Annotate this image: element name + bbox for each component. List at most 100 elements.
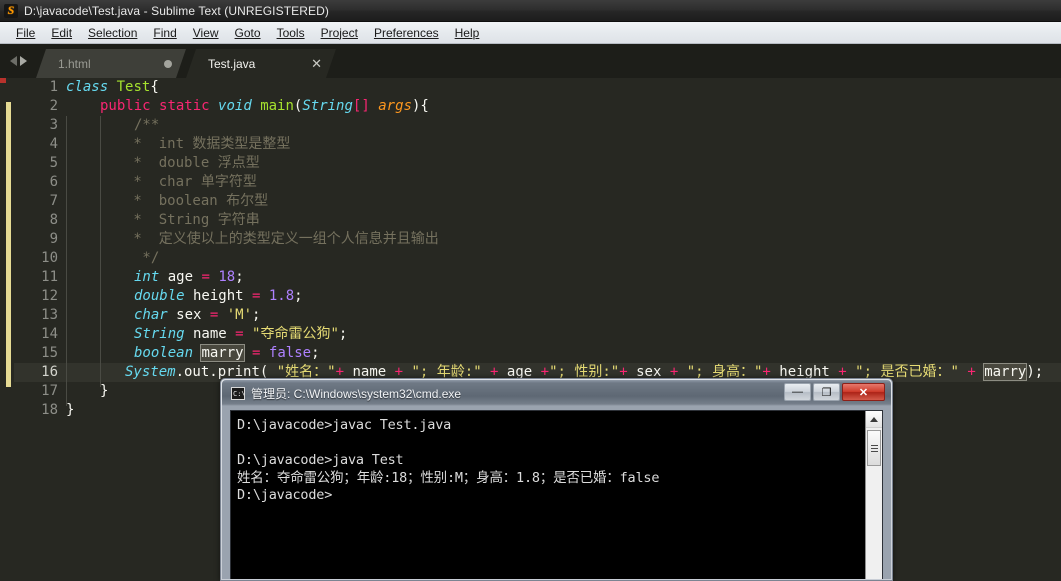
token-class-name: Test	[116, 79, 151, 95]
sublime-logo-icon	[4, 3, 18, 18]
token-char-literal: 'M'	[218, 307, 253, 323]
cmd-console-output[interactable]: D:\javacode>javac Test.java D:\javacode>…	[231, 411, 865, 579]
line-number-gutter: 1 2 3 4 5 6 7 8 9 10 11 12 13 14 15 16 1…	[14, 78, 66, 581]
token-semicolon: ;	[338, 326, 348, 342]
menu-item-find-label: Find	[153, 25, 177, 40]
line-number: 10	[41, 250, 58, 266]
code-line-8: * String 字符串	[125, 212, 260, 228]
modified-dot-icon[interactable]	[164, 60, 172, 68]
tab-testjava[interactable]: Test.java ✕	[186, 49, 336, 78]
token-var-height: height	[184, 288, 253, 304]
menu-item-selection-label: Selection	[88, 25, 138, 40]
code-line-11: int age = 18;	[134, 268, 244, 287]
line-number: 15	[41, 345, 58, 361]
token-operator: =	[243, 345, 269, 361]
token-out: .out	[175, 364, 210, 380]
token-semicolon: ;	[294, 288, 303, 304]
tab-1html[interactable]: 1.html	[36, 49, 186, 78]
token-keyword: class	[66, 79, 109, 95]
line-number-active: 16	[41, 364, 58, 380]
code-line-7: * boolean 布尔型	[125, 193, 269, 209]
title-bar: D:\javacode\Test.java - Sublime Text (UN…	[0, 0, 1061, 22]
tab-label: 1.html	[58, 56, 91, 71]
minimize-button[interactable]: —	[784, 383, 811, 401]
indent-guide	[100, 116, 101, 387]
line-number: 7	[49, 193, 58, 209]
code-line-9: * 定义使以上的类型定义一组个人信息并且输出	[125, 231, 439, 247]
token-type-string: String	[134, 326, 185, 342]
selected-token-marry[interactable]: marry	[983, 363, 1028, 381]
maximize-button[interactable]: ❐	[813, 383, 840, 401]
token-return-type: void	[218, 98, 252, 114]
token-semicolon: ;	[235, 269, 244, 285]
window-title: D:\javacode\Test.java - Sublime Text (UN…	[24, 3, 329, 18]
tab-navigation[interactable]	[0, 44, 36, 78]
menu-item-file[interactable]: File	[8, 24, 43, 42]
code-line-6: * char 单字符型	[125, 174, 257, 190]
menu-item-edit-label: Edit	[51, 25, 73, 40]
line-number: 4	[49, 136, 58, 152]
selected-token-marry[interactable]: marry	[200, 344, 245, 362]
token-brace: {	[150, 79, 159, 95]
token-close-paren: );	[1026, 364, 1044, 380]
close-button[interactable]: ✕	[842, 383, 885, 401]
cmd-title-text: 管理员: C:\Windows\system32\cmd.exe	[251, 386, 462, 401]
menu-item-edit[interactable]: Edit	[43, 24, 80, 42]
cmd-frame: C:\ 管理员: C:\Windows\system32\cmd.exe — ❐…	[222, 380, 891, 579]
menu-item-view[interactable]: View	[185, 24, 227, 42]
menu-item-selection[interactable]: Selection	[80, 24, 145, 42]
cmd-scrollbar[interactable]	[865, 411, 882, 579]
token-operator: =	[235, 326, 244, 342]
line-number: 12	[41, 288, 58, 304]
line-number: 9	[49, 231, 58, 247]
close-icon[interactable]: ✕	[311, 57, 322, 70]
code-line-18: }	[66, 402, 75, 418]
token-var-name: name	[184, 326, 236, 342]
line-number: 1	[49, 79, 58, 95]
tab-label: Test.java	[208, 56, 256, 71]
token-var-age: age	[159, 269, 202, 285]
code-line-1: class Test{	[66, 78, 159, 97]
code-line-3: /**	[134, 117, 160, 133]
menu-item-help[interactable]: Help	[447, 24, 488, 42]
token-system: System	[125, 364, 176, 380]
line-number: 11	[41, 269, 58, 285]
code-line-4: * int 数据类型是整型	[125, 136, 291, 152]
token-boolean-false: false	[268, 345, 312, 361]
cmd-icon: C:\	[231, 386, 245, 400]
code-line-15: boolean marry = false;	[134, 344, 320, 363]
menu-item-find[interactable]: Find	[145, 24, 184, 42]
cmd-body: D:\javacode>javac Test.java D:\javacode>…	[230, 410, 883, 579]
line-number: 2	[49, 98, 58, 114]
console-line: D:\javacode>javac Test.java	[237, 417, 452, 433]
arrow-right-icon[interactable]	[19, 56, 27, 66]
scroll-thumb[interactable]	[867, 430, 881, 466]
menu-item-project[interactable]: Project	[313, 24, 366, 42]
menu-item-preferences[interactable]: Preferences	[366, 24, 447, 42]
menu-item-goto-label: Goto	[234, 25, 261, 40]
token-param-args: args	[378, 98, 412, 114]
token-type-boolean: boolean	[134, 345, 194, 361]
console-line-prompt: D:\javacode>	[237, 487, 333, 503]
token-semicolon: ;	[311, 345, 320, 361]
token-tail: ){	[411, 98, 429, 114]
menu-item-view-label: View	[192, 25, 219, 40]
fold-indicator-bar[interactable]	[6, 102, 11, 387]
app-window: D:\javacode\Test.java - Sublime Text (UN…	[0, 0, 1061, 581]
fold-strip	[0, 78, 14, 581]
line-number: 14	[41, 326, 58, 342]
token-semicolon: ;	[252, 307, 261, 323]
scroll-up-arrow-icon[interactable]	[866, 411, 882, 428]
token-number-18: 18	[209, 269, 236, 285]
menu-item-preferences-label: Preferences	[373, 25, 439, 40]
console-line-output: 姓名：夺命雷公狗；年龄:18；性别:M；身高：1.8；是否已婚：false	[237, 469, 660, 486]
token-modifier-static: static	[159, 98, 210, 114]
menu-item-tools[interactable]: Tools	[269, 24, 313, 42]
arrow-left-icon[interactable]	[9, 56, 17, 66]
menu-item-goto[interactable]: Goto	[227, 24, 269, 42]
cmd-window[interactable]: C:\ 管理员: C:\Windows\system32\cmd.exe — ❐…	[220, 378, 893, 581]
